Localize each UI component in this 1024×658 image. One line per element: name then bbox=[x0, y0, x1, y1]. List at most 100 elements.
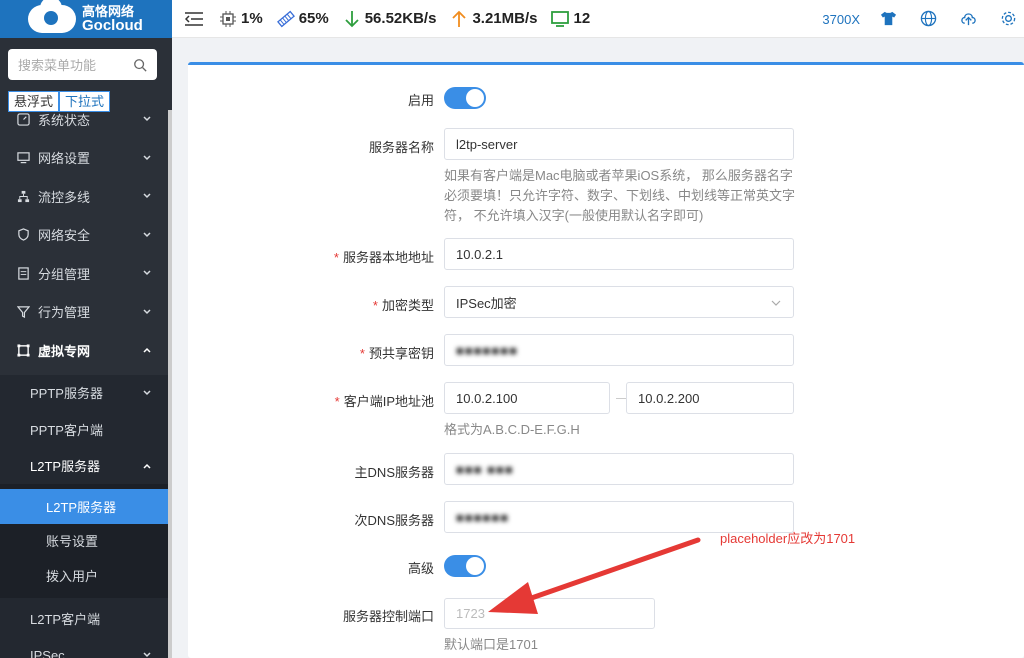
sidebar-item-pptp-client[interactable]: PPTP客户端 bbox=[0, 411, 168, 448]
l2tp-submenu: L2TP服务器 账号设置 拨入用户 bbox=[0, 484, 168, 598]
ip-pool-start-input[interactable]: 10.0.2.100 bbox=[444, 382, 610, 414]
device-model[interactable]: 3700X bbox=[822, 12, 860, 27]
filter-icon bbox=[16, 305, 30, 319]
upload-stat: 3.21MB/s bbox=[450, 10, 537, 28]
sidebar-item-l2tp-server[interactable]: L2TP服务器 bbox=[0, 489, 168, 524]
server-name-input[interactable]: l2tp-server bbox=[444, 128, 794, 160]
memory-stat: 65% bbox=[276, 10, 329, 28]
ip-pool-label: * 客户端IP地址池 bbox=[334, 394, 434, 409]
sidebar-item-l2tp-client[interactable]: L2TP客户端 bbox=[0, 601, 168, 638]
list-document-icon bbox=[16, 266, 30, 280]
network-tree-icon bbox=[16, 189, 30, 203]
local-address-label: * 服务器本地地址 bbox=[333, 250, 434, 265]
globe-icon[interactable] bbox=[920, 10, 938, 28]
search-icon bbox=[134, 58, 147, 72]
shield-icon bbox=[16, 228, 30, 242]
psk-input[interactable]: ■■■■■■■ bbox=[444, 334, 794, 366]
sidebar: 高恪网络 Gocloud 搜索菜单功能 悬浮式 下拉式 系统状态 网络设置 流控… bbox=[0, 0, 172, 658]
download-stat: 56.52KB/s bbox=[343, 10, 437, 28]
primary-dns-value: ■■■ ■■■ bbox=[456, 461, 514, 477]
sidebar-item-label: L2TP客户端 bbox=[30, 612, 101, 628]
online-devices-stat: 12 bbox=[551, 10, 590, 28]
cloud-upload-icon[interactable] bbox=[960, 10, 978, 28]
sidebar-item-label: L2TP服务器 bbox=[30, 459, 101, 475]
menu-mode-switch: 悬浮式 下拉式 bbox=[8, 91, 111, 112]
chevron-down-icon bbox=[143, 193, 151, 199]
chevron-down-icon bbox=[143, 155, 151, 160]
secondary-dns-label: 次DNS服务器 bbox=[354, 513, 434, 528]
online-devices-value: 12 bbox=[573, 10, 591, 27]
sidebar-menu: 系统状态 网络设置 流控多线 网络安全 分组管理 行为管理 虚拟专网 PPTP服… bbox=[0, 100, 168, 658]
menu-collapse-icon[interactable] bbox=[185, 11, 203, 26]
chevron-down-icon bbox=[143, 390, 151, 395]
logo[interactable]: 高恪网络 Gocloud bbox=[0, 0, 172, 38]
arrow-up-icon bbox=[452, 10, 467, 27]
chevron-down-icon bbox=[143, 652, 151, 658]
sidebar-item-label: 网络设置 bbox=[38, 151, 91, 167]
sidebar-item-flow-control[interactable]: 流控多线 bbox=[0, 177, 168, 216]
cpu-chip-icon bbox=[220, 10, 236, 27]
cpu-stat: 1% bbox=[219, 10, 263, 28]
local-address-input[interactable]: 10.0.2.1 bbox=[444, 238, 794, 270]
sidebar-item-behavior-management[interactable]: 行为管理 bbox=[0, 293, 168, 332]
sidebar-item-label: 网络安全 bbox=[38, 228, 91, 244]
control-port-hint: 默认端口是1701 bbox=[444, 637, 538, 652]
sidebar-item-network-settings[interactable]: 网络设置 bbox=[0, 139, 168, 178]
sidebar-item-label: 系统状态 bbox=[38, 112, 91, 128]
float-mode-button[interactable]: 悬浮式 bbox=[8, 91, 60, 112]
upload-value: 3.21MB/s bbox=[472, 10, 538, 27]
chevron-down-icon bbox=[143, 270, 151, 276]
encryption-selected-value: IPSec加密 bbox=[456, 295, 517, 311]
tshirt-theme-icon[interactable] bbox=[880, 10, 898, 28]
chevron-down-icon bbox=[143, 232, 151, 237]
cloud-logo-icon bbox=[28, 0, 76, 33]
encryption-select[interactable]: IPSec加密 bbox=[444, 286, 794, 318]
chevron-up-icon bbox=[143, 348, 151, 353]
server-name-label: 服务器名称 bbox=[368, 140, 434, 155]
sidebar-item-l2tp-server-group[interactable]: L2TP服务器 bbox=[0, 448, 168, 485]
sidebar-item-label: PPTP客户端 bbox=[30, 422, 103, 438]
primary-dns-input[interactable]: ■■■ ■■■ bbox=[444, 453, 794, 485]
sidebar-item-label: IPSec bbox=[30, 647, 65, 658]
annotation-text: placeholder应改为1701 bbox=[720, 531, 856, 546]
sidebar-item-group-management[interactable]: 分组管理 bbox=[0, 254, 168, 293]
sidebar-item-label: 流控多线 bbox=[38, 189, 91, 205]
logo-text-en: Gocloud bbox=[82, 17, 143, 34]
sidebar-item-dial-in-users[interactable]: 拨入用户 bbox=[0, 558, 168, 593]
sidebar-item-ipsec[interactable]: IPSec bbox=[0, 637, 168, 658]
advanced-label: 高级 bbox=[407, 561, 434, 576]
gauge-icon bbox=[16, 112, 30, 126]
monitor-icon bbox=[551, 10, 570, 27]
secondary-dns-value: ■■■■■■ bbox=[456, 509, 510, 525]
encryption-label: * 加密类型 bbox=[372, 298, 434, 313]
gear-icon[interactable] bbox=[1000, 10, 1018, 28]
memory-value: 65% bbox=[298, 10, 329, 27]
control-port-label: 服务器控制端口 bbox=[342, 609, 434, 624]
sidebar-item-vpn[interactable]: 虚拟专网 bbox=[0, 331, 168, 370]
primary-dns-label: 主DNS服务器 bbox=[354, 465, 434, 480]
sidebar-scrollbar[interactable] bbox=[168, 110, 172, 658]
sidebar-item-account-settings[interactable]: 账号设置 bbox=[0, 524, 168, 559]
arrow-down-icon bbox=[345, 10, 359, 27]
cpu-value: 1% bbox=[241, 10, 263, 27]
psk-value: ■■■■■■■ bbox=[456, 342, 518, 358]
dropdown-mode-button[interactable]: 下拉式 bbox=[59, 91, 111, 112]
memory-icon bbox=[276, 10, 295, 27]
annotation-arrow-icon bbox=[488, 537, 701, 614]
psk-label: * 预共享密钥 bbox=[359, 346, 434, 361]
range-separator bbox=[616, 398, 626, 399]
vpn-icon bbox=[16, 343, 30, 357]
monitor-icon bbox=[16, 151, 30, 165]
chevron-down-icon bbox=[143, 116, 151, 122]
sidebar-item-pptp-server[interactable]: PPTP服务器 bbox=[0, 375, 168, 412]
sidebar-item-network-security[interactable]: 网络安全 bbox=[0, 216, 168, 255]
sidebar-item-label: 虚拟专网 bbox=[38, 343, 91, 359]
sidebar-item-label: PPTP服务器 bbox=[30, 386, 103, 402]
menu-search-input[interactable]: 搜索菜单功能 bbox=[8, 49, 157, 80]
enable-toggle[interactable] bbox=[444, 87, 486, 109]
ip-pool-hint: 格式为A.B.C.D-E.F.G.H bbox=[444, 422, 580, 437]
menu-search-placeholder: 搜索菜单功能 bbox=[18, 58, 97, 73]
chevron-down-icon bbox=[771, 300, 781, 306]
download-value: 56.52KB/s bbox=[364, 10, 437, 27]
ip-pool-end-input[interactable]: 10.0.2.200 bbox=[626, 382, 794, 414]
